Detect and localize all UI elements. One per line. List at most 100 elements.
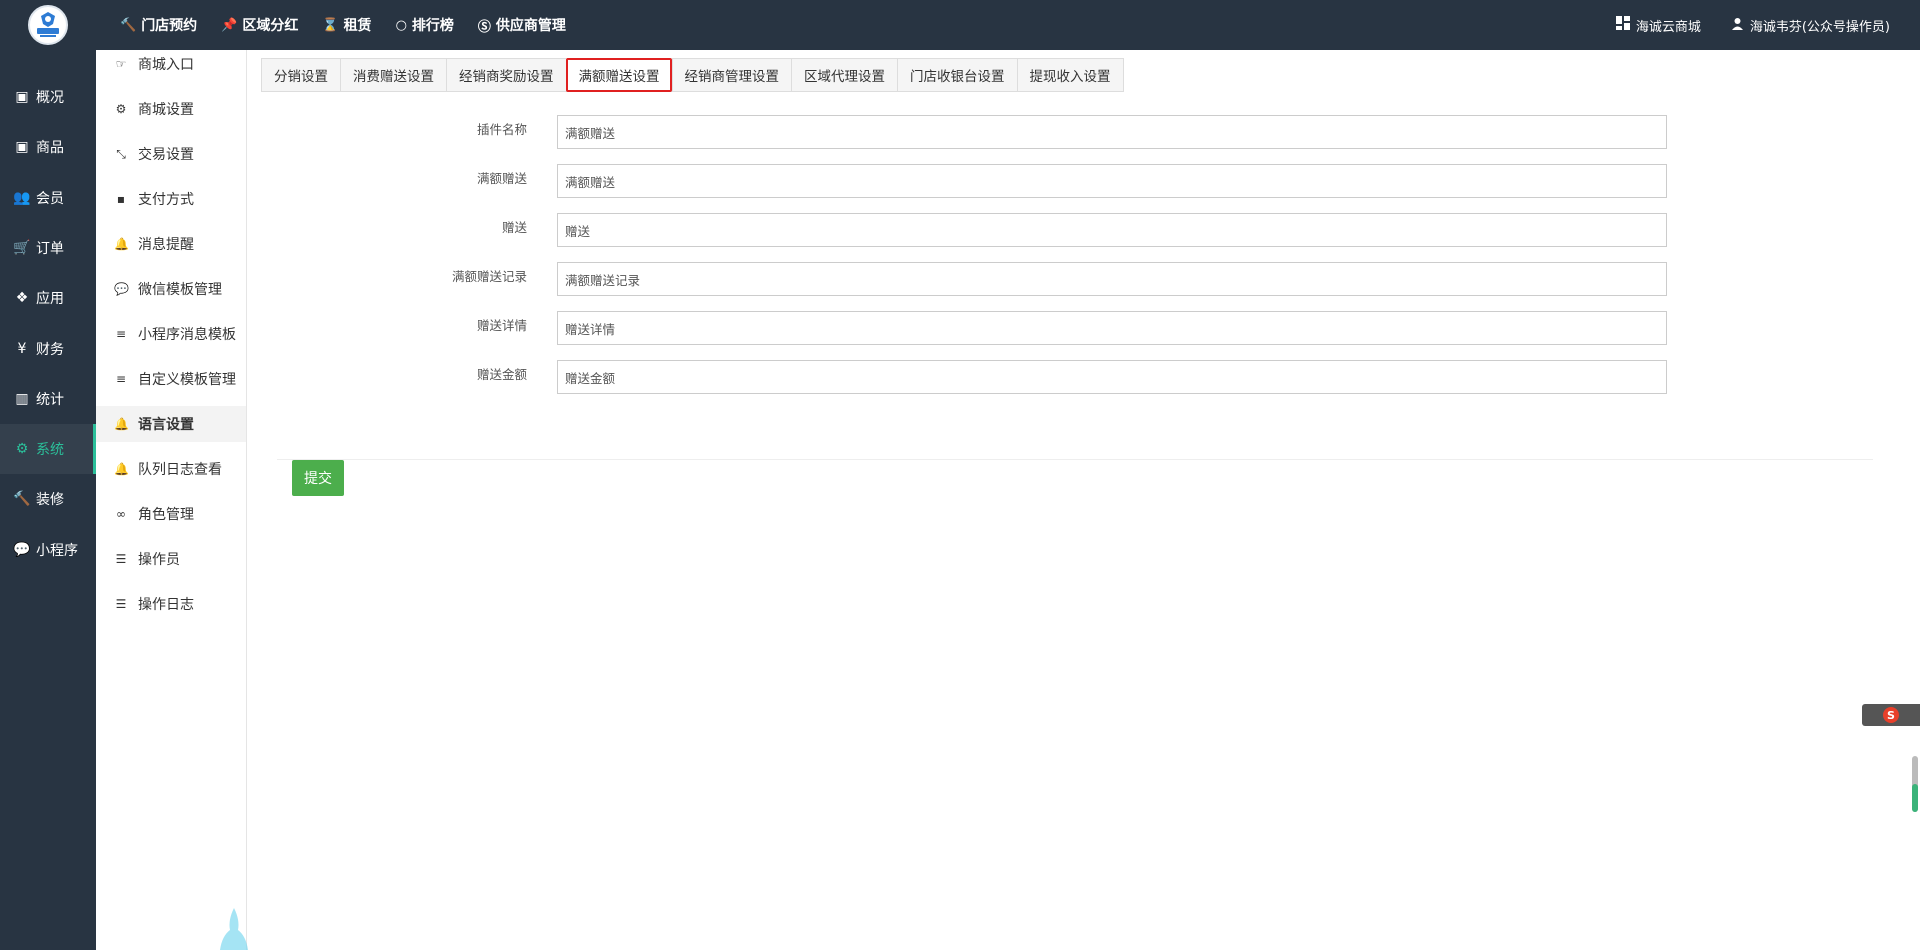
sidebar-item[interactable]: ▥ 统计 — [0, 374, 96, 424]
subsidebar-item[interactable]: 🔔 语言设置 — [96, 406, 246, 442]
users-icon: 👥 — [13, 189, 31, 206]
user-name: 海诚韦芬(公众号操作员) — [1749, 19, 1890, 35]
sidebar-item[interactable]: ¥ 财务 — [0, 324, 96, 374]
sidebar-item[interactable]: 💬 小程序 — [0, 525, 96, 575]
subsidebar-label: 微信模板管理 — [138, 282, 222, 298]
hand-right-icon: ☞ — [115, 57, 127, 71]
subsidebar-item[interactable]: ☰ 操作日志 — [96, 586, 246, 622]
logo-icon — [37, 12, 59, 37]
tab[interactable]: 经销商管理设置 — [671, 58, 791, 92]
subsidebar-item[interactable]: ≡ 自定义模板管理 — [96, 361, 246, 397]
form-label: 赠送金额 — [476, 367, 527, 382]
sidebar-label: 订单 — [36, 240, 64, 257]
sidebar-item[interactable]: 🛒 订单 — [0, 223, 96, 273]
tab[interactable]: 分销设置 — [261, 58, 340, 92]
bell-icon: 🔔 — [114, 462, 129, 476]
main-content: 分销设置 消费赠送设置 经销商奖励设置 满额赠送设置 经销商管理设置 区域代理设置 门店收银… — [247, 50, 1920, 950]
form-input[interactable] — [557, 164, 1667, 198]
ime-toolbar[interactable]: S — [1862, 704, 1920, 726]
mask-icon: ∞ — [116, 507, 126, 521]
tab[interactable]: 区域代理设置 — [791, 58, 897, 92]
subsidebar-item[interactable]: ☞ 商城入口 — [96, 46, 246, 82]
subsidebar-item[interactable]: ☰ 操作员 — [96, 541, 246, 577]
form-input[interactable] — [557, 115, 1667, 149]
tab[interactable]: 消费赠送设置 — [340, 58, 446, 92]
subsidebar-item[interactable]: 💬 微信模板管理 — [96, 271, 246, 307]
form-input[interactable] — [557, 213, 1667, 247]
subsidebar-item[interactable]: ≡ 小程序消息模板 — [96, 316, 246, 352]
sidebar-label: 概况 — [36, 90, 64, 106]
subsidebar-label: 角色管理 — [138, 507, 194, 523]
form-label: 满额赠送记录 — [451, 269, 527, 284]
form-input[interactable] — [557, 311, 1667, 345]
tab[interactable]: 门店收银台设置 — [897, 58, 1017, 92]
sidebar-item[interactable]: ⚙ 系统 — [0, 424, 96, 475]
form-input[interactable] — [557, 360, 1667, 394]
top-bar: 🔨 门店预约 📌 区域分红 ⌛ 租赁 ○ 排行榜 Ⓢ 供应商管理 海诚云商城 海诚韦芬(公众号操作… — [0, 0, 1920, 50]
subsidebar-item[interactable]: ▪ 支付方式 — [96, 181, 246, 217]
subsidebar-item[interactable]: ∞ 角色管理 — [96, 496, 246, 532]
subsidebar-label: 队列日志查看 — [138, 462, 222, 478]
settings-tabs: 分销设置 消费赠送设置 经销商奖励设置 满额赠送设置 经销商管理设置 区域代理设置 门店收银… — [261, 58, 1124, 92]
tab[interactable]: 经销商奖励设置 — [446, 58, 566, 92]
topnav-label: 租赁 — [343, 18, 372, 34]
grid-icon — [1615, 16, 1630, 34]
topnav-item[interactable]: ⌛ 租赁 — [322, 15, 371, 35]
topnav-label: 门店预约 — [141, 18, 198, 34]
topnav-item[interactable]: Ⓢ 供应商管理 — [478, 15, 566, 35]
topnav-item[interactable]: ○ 排行榜 — [396, 15, 454, 35]
form-label: 赠送 — [501, 220, 527, 235]
gear-icon: ⚙ — [115, 102, 127, 116]
subsidebar-label: 自定义模板管理 — [138, 372, 236, 388]
subsidebar-label: 操作日志 — [138, 597, 194, 613]
tab[interactable]: 提现收入设置 — [1016, 58, 1124, 92]
bell-icon: 🔔 — [114, 417, 129, 431]
form-label: 插件名称 — [476, 122, 527, 137]
topnav-item[interactable]: 🔨 门店预约 — [120, 15, 197, 35]
form-divider — [277, 459, 1873, 460]
tab[interactable]: 满额赠送设置 — [565, 58, 672, 92]
sidebar-item[interactable]: ▣ 商品 — [0, 122, 96, 172]
sidebar-item[interactable]: ❖ 应用 — [0, 273, 96, 323]
form-label: 满额赠送 — [476, 171, 527, 186]
sidebar-item[interactable]: ▣ 概况 — [0, 72, 96, 122]
skype-icon: Ⓢ — [477, 19, 491, 35]
compress-icon: ⤡ — [116, 146, 126, 161]
logo-container[interactable] — [0, 0, 96, 50]
topnav-item[interactable]: 📌 区域分红 — [221, 15, 298, 35]
submit-button[interactable]: 提交 — [292, 460, 344, 496]
gears-icon: ⚙ — [15, 441, 29, 458]
list-icon: ≡ — [115, 372, 127, 386]
sidebar-item[interactable]: 👥 会员 — [0, 173, 96, 223]
box-icon: ▣ — [15, 139, 29, 156]
yen-icon: ¥ — [17, 340, 27, 357]
subsidebar-item[interactable]: 🔔 队列日志查看 — [96, 451, 246, 487]
subsidebar-item[interactable]: ⤡ 交易设置 — [96, 136, 246, 172]
subsidebar-label: 操作员 — [138, 552, 180, 568]
form-label: 赠送详情 — [476, 318, 527, 333]
hammer-icon: 🔨 — [120, 17, 137, 33]
pin-icon: 📌 — [221, 17, 238, 33]
cart-icon: 🛒 — [13, 239, 31, 256]
form-row: 赠送详情 — [247, 311, 1747, 345]
facebook-square-icon: ▪ — [116, 192, 126, 206]
store-name: 海诚云商城 — [1635, 19, 1701, 35]
cubes-icon: ❖ — [15, 290, 29, 307]
subsidebar-label: 支付方式 — [138, 192, 194, 208]
subsidebar-label: 消息提醒 — [138, 237, 194, 253]
sidebar-label: 统计 — [36, 391, 64, 408]
user-menu[interactable]: 海诚韦芬(公众号操作员) — [1731, 16, 1890, 35]
subsidebar-label: 交易设置 — [138, 147, 194, 163]
sub-sidebar: ☞ 商城入口 ⚙ 商城设置 ⤡ 交易设置 ▪ 支付方式 🔔 消息提醒 💬 微信模板管理 ≡ 小程序消息模板… — [96, 50, 247, 950]
subsidebar-label: 小程序消息模板 — [138, 327, 236, 343]
sidebar-item[interactable]: 🔨 装修 — [0, 474, 96, 524]
subsidebar-item[interactable]: ⚙ 商城设置 — [96, 91, 246, 127]
form-row: 插件名称 — [247, 115, 1747, 149]
sidebar-label: 商品 — [36, 140, 64, 157]
wechat-icon: 💬 — [114, 282, 129, 296]
store-link[interactable]: 海诚云商城 — [1615, 16, 1701, 35]
subsidebar-item[interactable]: 🔔 消息提醒 — [96, 226, 246, 262]
form-row: 满额赠送记录 — [247, 262, 1747, 296]
form-input[interactable] — [557, 262, 1667, 296]
scroll-indicator[interactable] — [1912, 756, 1918, 812]
